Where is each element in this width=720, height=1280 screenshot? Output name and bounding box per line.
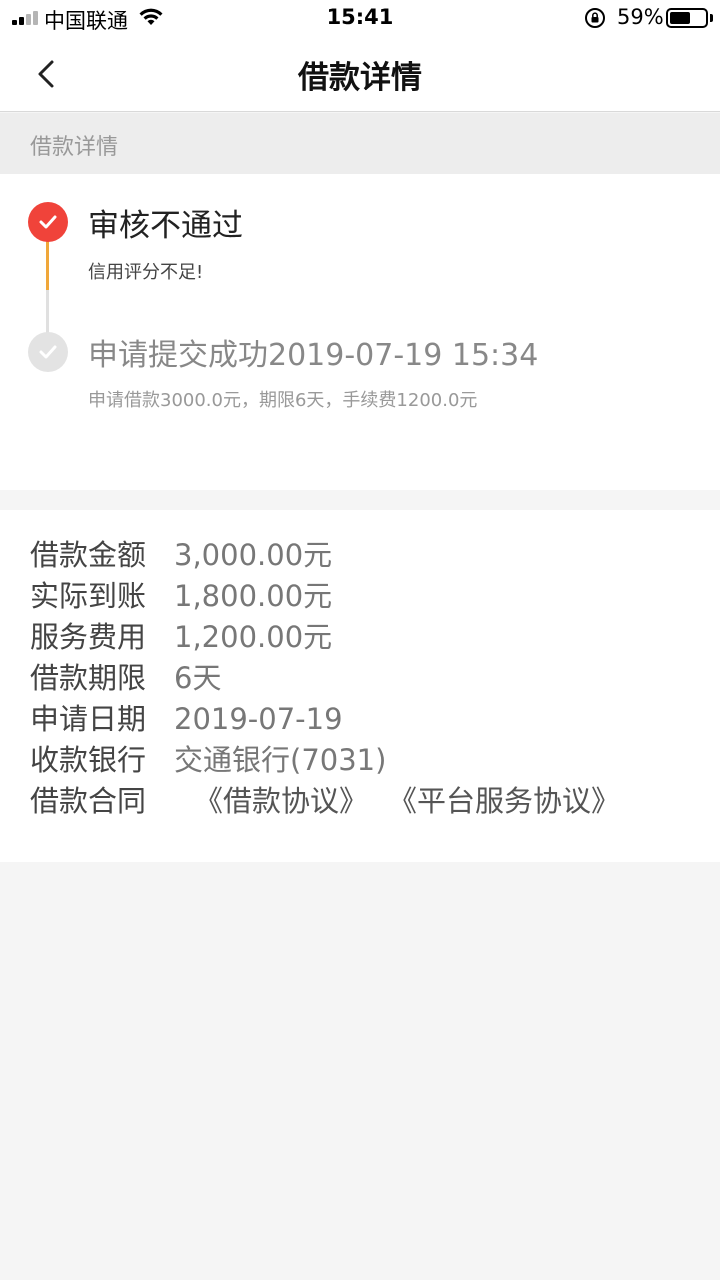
timeline-step-title: 申请提交成功2019-07-19 15:34 [88, 338, 539, 373]
check-icon [39, 345, 57, 359]
loan-agreement-link[interactable]: 《借款协议》 [194, 778, 368, 820]
detail-row-term: 借款期限 6天 [30, 655, 221, 695]
check-icon [39, 215, 57, 229]
detail-label: 实际到账 [30, 579, 147, 613]
status-bar: 中国联通 15:41 59% [0, 0, 720, 36]
detail-row-received: 实际到账 1,800.00元 [30, 573, 332, 613]
timeline-step-dot-done [28, 332, 68, 372]
loan-details: 借款金额 3,000.00元 实际到账 1,800.00元 服务费用 1,200.00… [0, 510, 720, 862]
detail-row-bank: 收款银行 交通银行(7031) [30, 737, 386, 777]
detail-value: 3,000.00元 [174, 538, 333, 572]
detail-row-amount: 借款金额 3,000.00元 [30, 532, 332, 572]
timeline-step-dot-rejected [28, 202, 68, 242]
timeline-connector [46, 290, 49, 334]
battery-cap [710, 14, 713, 22]
rotation-lock-icon [585, 8, 605, 28]
detail-label: 申请日期 [30, 702, 147, 736]
detail-value: 1,200.00元 [174, 620, 333, 654]
detail-label: 借款金额 [30, 538, 147, 572]
timeline-step-title: 审核不通过 [88, 208, 243, 244]
detail-row-contract: 借款合同 《借款协议》 《平台服务协议》 [30, 778, 620, 818]
detail-row-date: 申请日期 2019-07-19 [30, 696, 343, 736]
detail-value: 6天 [174, 661, 222, 695]
status-time: 15:41 [326, 5, 394, 29]
battery-icon [666, 8, 708, 28]
status-timeline: 审核不通过 信用评分不足! 申请提交成功2019-07-19 15:34 申请借… [0, 174, 720, 490]
detail-label: 借款合同 [30, 784, 147, 818]
service-agreement-link[interactable]: 《平台服务协议》 [388, 778, 620, 820]
detail-label: 收款银行 [30, 743, 147, 777]
detail-label: 服务费用 [30, 620, 147, 654]
detail-value: 交通银行(7031) [174, 743, 387, 777]
page-title: 借款详情 [298, 60, 422, 96]
detail-value: 2019-07-19 [174, 702, 343, 736]
section-header: 借款详情 [0, 113, 720, 174]
detail-row-fee: 服务费用 1,200.00元 [30, 614, 332, 654]
detail-value: 1,800.00元 [174, 579, 333, 613]
section-header-label: 借款详情 [30, 135, 119, 160]
nav-bar: 借款详情 [0, 36, 720, 112]
detail-label: 借款期限 [30, 661, 147, 695]
timeline-step-desc: 申请借款3000.0元，期限6天，手续费1200.0元 [88, 390, 478, 411]
timeline-step-desc: 信用评分不足! [88, 262, 204, 283]
battery-percent: 59% [617, 5, 664, 29]
